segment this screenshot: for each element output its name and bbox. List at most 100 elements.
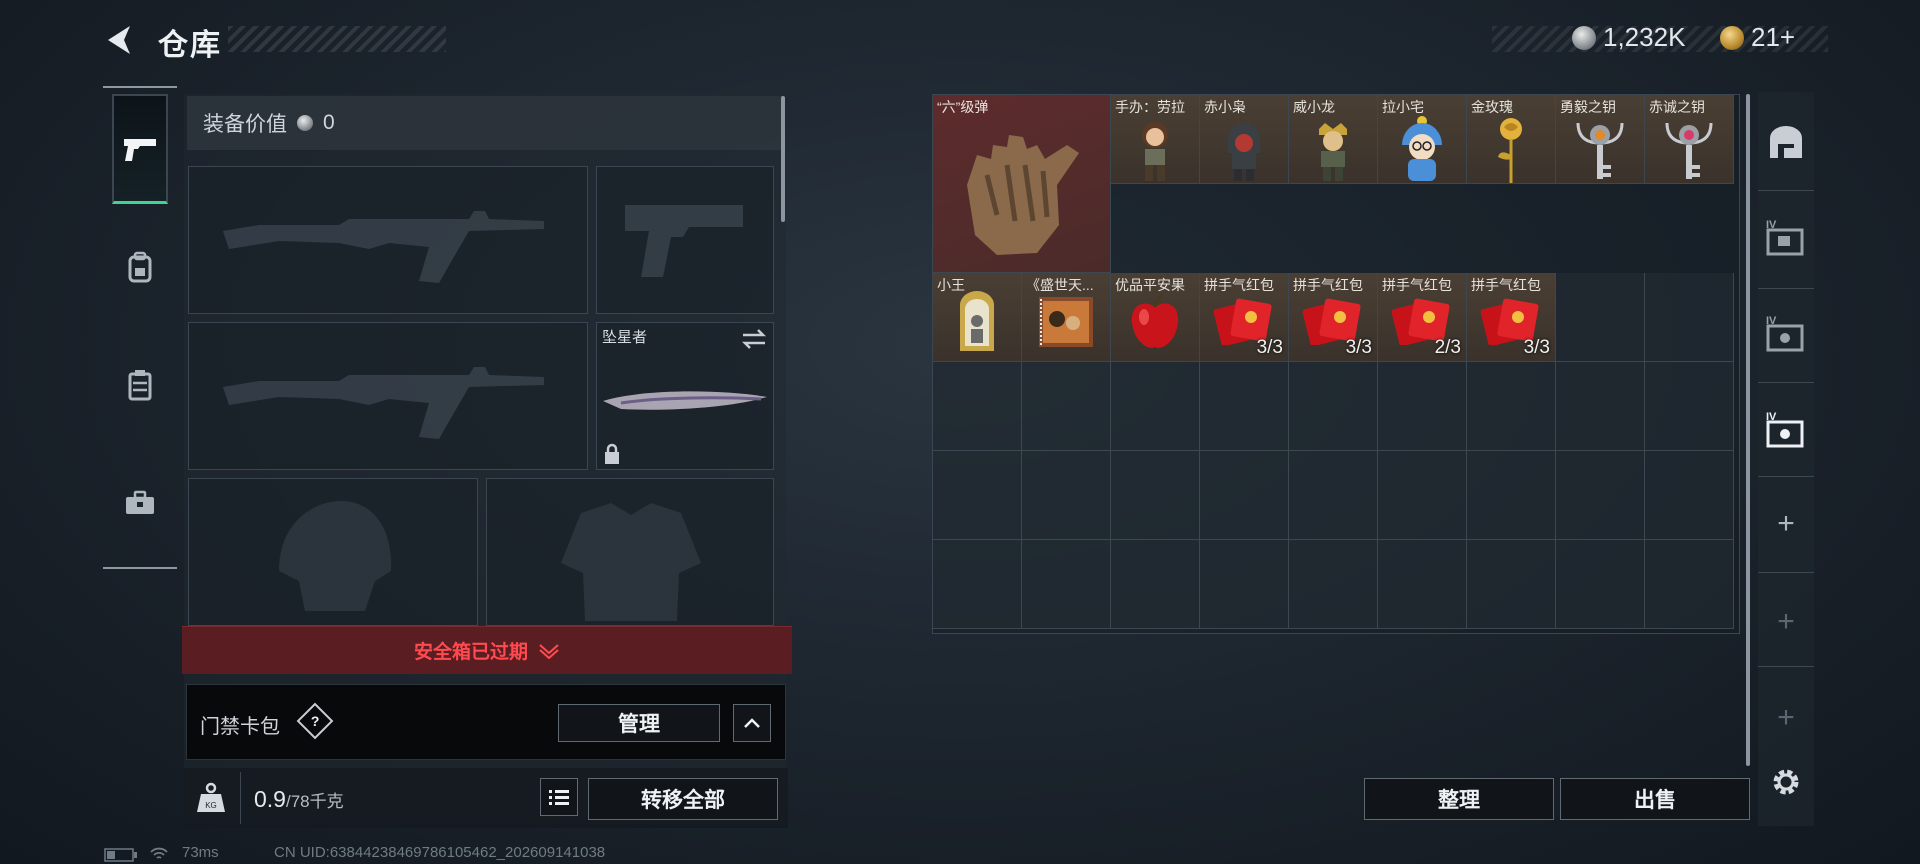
empty-cell[interactable]	[1645, 540, 1734, 629]
uid-text: CN UID:6384423846978610546​2_20260914103…	[274, 844, 606, 861]
sort-button[interactable]: 整理	[1364, 778, 1554, 820]
item-name: 拉小宅	[1382, 99, 1424, 115]
stash-item-13[interactable]: 拼手气红包 2/3	[1378, 273, 1467, 362]
stash-page-case-3[interactable]: IV	[1758, 390, 1814, 466]
empty-cell[interactable]	[1645, 451, 1734, 540]
empty-cell[interactable]	[933, 540, 1022, 629]
battery-icon	[104, 848, 137, 862]
currency-silver: 1,232K	[1572, 22, 1685, 53]
item-count: 3/3	[1256, 337, 1283, 358]
item-name: 赤诚之钥	[1649, 99, 1705, 115]
stash-item-7[interactable]: 赤诚之钥	[1645, 95, 1734, 184]
stash-item-2[interactable]: 赤小枭	[1200, 95, 1289, 184]
figure-lara-icon	[1142, 122, 1168, 181]
item-count: 3/3	[1523, 337, 1550, 358]
title-decoration	[228, 26, 446, 52]
stash-item-11[interactable]: 拼手气红包 3/3	[1200, 273, 1289, 362]
expand-button[interactable]	[733, 704, 771, 742]
empty-cell[interactable]	[1200, 540, 1289, 629]
empty-cell[interactable]	[1378, 540, 1467, 629]
pistol-slot[interactable]	[596, 166, 774, 314]
stash-page-case-2[interactable]: IV	[1758, 294, 1814, 370]
manage-button[interactable]: 管理	[558, 704, 720, 742]
equip-value: 0	[323, 111, 335, 134]
stash-item-9[interactable]: 《盛世天...	[1022, 273, 1111, 362]
rail-tab-case[interactable]	[112, 448, 168, 558]
settings-button[interactable]	[1758, 744, 1814, 820]
empty-cell[interactable]	[1378, 451, 1467, 540]
equipment-scrollbar[interactable]	[781, 96, 785, 222]
empty-cell[interactable]	[933, 451, 1022, 540]
equip-value-header: 装备价值 0	[187, 96, 783, 150]
currency-gold[interactable]: 21+	[1720, 22, 1795, 53]
stash-item-10[interactable]: 优品平安果	[1111, 273, 1200, 362]
empty-cell[interactable]	[1467, 362, 1556, 451]
help-mark: ?	[310, 713, 320, 729]
stash-grid: “六”级弹 手办：劳拉 赤小枭 威小龙 拉小宅 金玫瑰 勇毅之钥 赤诚之钥 小王…	[932, 94, 1740, 634]
weight-capacity: /78千克	[285, 792, 344, 811]
primary-weapon-slot[interactable]	[188, 166, 588, 314]
locked-page-slot: +	[1758, 584, 1814, 660]
swap-icon[interactable]	[741, 328, 767, 350]
empty-cell[interactable]	[1200, 451, 1289, 540]
helmet-slot[interactable]	[188, 478, 478, 626]
empty-cell[interactable]	[1289, 540, 1378, 629]
melee-slot-name: 坠星者	[602, 329, 648, 346]
stash-item-14[interactable]: 拼手气红包 3/3	[1467, 273, 1556, 362]
transfer-all-button[interactable]: 转移全部	[588, 778, 778, 820]
back-button[interactable]	[100, 20, 140, 60]
stash-item-0[interactable]: “六”级弹	[933, 95, 1111, 273]
rail-divider	[1758, 382, 1814, 383]
empty-cell[interactable]	[1022, 451, 1111, 540]
empty-cell[interactable]	[1645, 362, 1734, 451]
rail-tab-vest[interactable]	[112, 330, 168, 440]
empty-cell[interactable]	[1556, 451, 1645, 540]
stash-house-icon	[1770, 126, 1802, 158]
briefcase-icon	[126, 490, 154, 514]
empty-cell[interactable]	[1467, 451, 1556, 540]
empty-cell[interactable]	[1111, 451, 1200, 540]
empty-cell[interactable]	[1022, 362, 1111, 451]
empty-cell[interactable]	[1556, 540, 1645, 629]
plus-icon: +	[1777, 605, 1795, 638]
add-page-button[interactable]: +	[1758, 486, 1814, 562]
empty-cell[interactable]	[1378, 362, 1467, 451]
rail-tab-weapons[interactable]	[112, 94, 168, 204]
empty-cell[interactable]	[1022, 540, 1111, 629]
weight-value: 0.9	[254, 786, 286, 812]
book-icon	[1039, 297, 1093, 347]
container-case-icon: IV	[1766, 315, 1804, 352]
melee-slot[interactable]: 坠星者	[596, 322, 774, 470]
safebox-expired-banner[interactable]: 安全箱已过期	[182, 626, 792, 674]
empty-cell[interactable]	[1289, 451, 1378, 540]
stash-page-main[interactable]	[1758, 104, 1814, 180]
rail-divider	[1758, 190, 1814, 191]
empty-cell[interactable]	[1289, 362, 1378, 451]
stash-item-3[interactable]: 威小龙	[1289, 95, 1378, 184]
stash-item-8[interactable]: 小王	[933, 273, 1022, 362]
list-view-button[interactable]	[540, 778, 578, 816]
empty-cell[interactable]	[1556, 273, 1645, 362]
stash-item-4[interactable]: 拉小宅	[1378, 95, 1467, 184]
stash-scrollbar[interactable]	[1746, 94, 1750, 766]
ping-text: 73ms	[182, 844, 219, 861]
empty-cell[interactable]	[1200, 362, 1289, 451]
stash-item-6[interactable]: 勇毅之钥	[1556, 95, 1645, 184]
empty-cell[interactable]	[1467, 540, 1556, 629]
stash-item-1[interactable]: 手办：劳拉	[1111, 95, 1200, 184]
stash-page-case-1[interactable]: IV	[1758, 198, 1814, 274]
rifle-silhouette-icon	[223, 211, 544, 283]
empty-cell[interactable]	[1645, 273, 1734, 362]
empty-cell[interactable]	[1111, 362, 1200, 451]
empty-cell[interactable]	[1556, 362, 1645, 451]
armor-slot[interactable]	[486, 478, 774, 626]
rail-tab-backpack[interactable]	[112, 212, 168, 322]
stash-item-5[interactable]: 金玫瑰	[1467, 95, 1556, 184]
empty-cell[interactable]	[933, 362, 1022, 451]
sell-button[interactable]: 出售	[1560, 778, 1750, 820]
secondary-weapon-slot[interactable]	[188, 322, 588, 470]
stash-item-12[interactable]: 拼手气红包 3/3	[1289, 273, 1378, 362]
empty-cell[interactable]	[1111, 540, 1200, 629]
figure-chixiaoxiao-icon	[1228, 123, 1260, 181]
figure-weixiaolong-icon	[1319, 123, 1347, 181]
